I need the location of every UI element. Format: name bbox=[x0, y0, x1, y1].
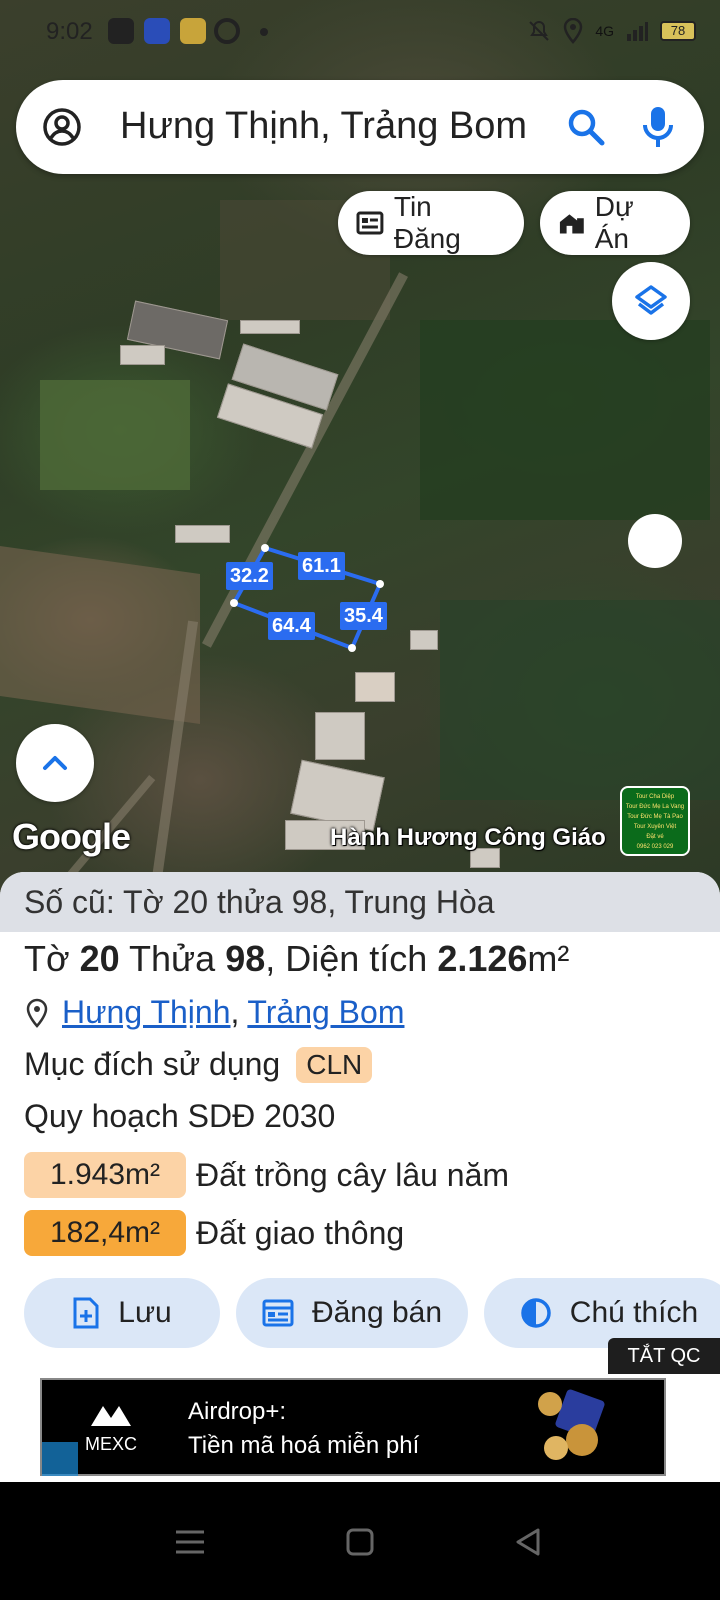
expand-panel-button[interactable] bbox=[16, 724, 94, 802]
location-separator: , bbox=[230, 994, 240, 1030]
ad-headline: Airdrop+: bbox=[188, 1398, 287, 1425]
planning-item: 1.943m² Đất trồng cây lâu năm bbox=[24, 1152, 509, 1198]
sheet-label: Tờ bbox=[24, 938, 70, 979]
floating-dot-button[interactable] bbox=[628, 514, 682, 568]
listing-form-icon bbox=[262, 1299, 294, 1327]
tour-ad-text: Tour Đức Mẹ La Vang bbox=[625, 804, 685, 810]
layers-icon bbox=[635, 285, 667, 315]
mexc-mountain-icon bbox=[91, 1406, 131, 1426]
planning-label: Quy hoạch SDĐ 2030 bbox=[24, 1098, 336, 1134]
network-type: 4G bbox=[595, 23, 614, 39]
old-parcel-info: Số cũ: Tờ 20 thửa 98, Trung Hòa bbox=[0, 872, 720, 932]
post-sale-button-label: Đăng bán bbox=[311, 1296, 443, 1329]
app-notification-icon bbox=[180, 18, 206, 44]
sheet-number: 20 bbox=[79, 938, 120, 979]
system-nav-bar bbox=[0, 1482, 720, 1600]
map-place-label[interactable]: Hành Hương Công Giáo bbox=[330, 824, 606, 852]
tour-ad-text: Tour Xuyên Việt bbox=[633, 824, 677, 830]
parcel-title: Tờ 20 Thửa 98, Diện tích 2.126m² bbox=[24, 938, 569, 980]
search-input[interactable]: Hưng Thịnh, Trảng Bom bbox=[120, 105, 527, 148]
home-icon[interactable] bbox=[340, 1522, 380, 1562]
status-time: 9:02 bbox=[46, 18, 93, 45]
account-icon[interactable] bbox=[42, 107, 82, 147]
tour-ad-text: 0962 023 029 bbox=[636, 844, 674, 850]
search-icon[interactable] bbox=[566, 107, 606, 147]
back-icon[interactable] bbox=[508, 1522, 548, 1562]
ad-banner[interactable]: MEXC Airdrop+: Tiền mã hoá miễn phí bbox=[40, 1378, 666, 1476]
battery-icon: 78 bbox=[660, 21, 696, 41]
contrast-icon bbox=[521, 1298, 551, 1328]
recent-apps-icon[interactable] bbox=[170, 1522, 210, 1562]
microphone-icon[interactable] bbox=[638, 105, 678, 149]
parcel-edge-label: 61.1 bbox=[298, 552, 345, 580]
area-label: , Diện tích bbox=[265, 938, 428, 979]
more-notifications-dot bbox=[260, 28, 268, 36]
ward-link[interactable]: Hưng Thịnh bbox=[62, 994, 230, 1031]
purpose-label: Mục đích sử dụng bbox=[24, 1046, 281, 1082]
purpose-row: Mục đích sử dụng CLN bbox=[24, 1046, 373, 1083]
chevron-up-icon bbox=[43, 756, 67, 770]
location-icon bbox=[564, 18, 583, 44]
save-button-label: Lưu bbox=[118, 1296, 172, 1329]
location-row: Hưng Thịnh, Trảng Bom bbox=[24, 994, 404, 1031]
parcel-edge-label: 35.4 bbox=[340, 602, 387, 630]
sync-icon bbox=[214, 18, 240, 44]
parcel-info-panel: Số cũ: Tờ 20 thửa 98, Trung Hòa Tờ 20 Th… bbox=[0, 872, 720, 1482]
layers-button[interactable] bbox=[612, 262, 690, 340]
ad-subline: Tiền mã hoá miễn phí bbox=[188, 1432, 420, 1459]
district-link[interactable]: Trảng Bom bbox=[247, 994, 404, 1031]
coins-graphic-icon bbox=[538, 1389, 605, 1460]
mexc-logo: MEXC bbox=[66, 1402, 156, 1455]
legend-button-label: Chú thích bbox=[569, 1296, 699, 1329]
listings-chip-label: Tin Đăng bbox=[393, 191, 461, 254]
search-bar[interactable]: Hưng Thịnh, Trảng Bom bbox=[16, 80, 704, 174]
area-value: 2.126 bbox=[437, 938, 528, 979]
planning-area-badge: 1.943m² bbox=[24, 1152, 186, 1198]
mute-icon bbox=[529, 20, 550, 41]
projects-chip-label: Dự Án bbox=[594, 191, 634, 254]
app-notification-icon bbox=[144, 18, 170, 44]
parcel-edge-label: 64.4 bbox=[268, 612, 315, 640]
save-button[interactable]: Lưu bbox=[24, 1278, 220, 1348]
app-notification-icon bbox=[108, 18, 134, 44]
tour-ad-text: Tour Cha Diệp bbox=[635, 794, 675, 800]
tour-ad-badge[interactable]: Tour Cha Diệp Tour Đức Mẹ La Vang Tour Đ… bbox=[620, 786, 690, 856]
planning-land-type: Đất trồng cây lâu năm bbox=[196, 1156, 510, 1193]
satellite-map[interactable]: 32.2 61.1 35.4 64.4 9:02 4G 78 Hưng Thịn… bbox=[0, 0, 720, 895]
listings-icon bbox=[356, 211, 384, 235]
add-file-icon bbox=[73, 1297, 99, 1329]
planning-land-type: Đất giao thông bbox=[196, 1214, 405, 1251]
ad-choices-icon[interactable] bbox=[42, 1442, 78, 1476]
projects-chip[interactable]: Dự Án bbox=[540, 191, 690, 255]
screen: 32.2 61.1 35.4 64.4 9:02 4G 78 Hưng Thịn… bbox=[0, 0, 720, 1600]
signal-icon bbox=[627, 22, 648, 41]
planning-item: 182,4m² Đất giao thông bbox=[24, 1210, 404, 1256]
parcel-edge-label: 32.2 bbox=[226, 562, 273, 590]
plot-label: Thửa bbox=[129, 938, 216, 979]
buildings-icon bbox=[559, 214, 584, 234]
purpose-code-badge: CLN bbox=[296, 1046, 373, 1083]
plot-number: 98 bbox=[225, 938, 266, 979]
status-indicators: 4G 78 bbox=[527, 18, 696, 44]
location-pin-icon bbox=[26, 998, 48, 1028]
area-unit: m² bbox=[527, 938, 570, 979]
status-bar: 9:02 4G 78 bbox=[0, 0, 720, 62]
tour-ad-text: Tour Đức Mẹ Tà Pao bbox=[627, 814, 683, 820]
turn-off-ads-button[interactable]: TẮT QC bbox=[608, 1338, 720, 1374]
tour-ad-text: Đặt vé bbox=[646, 834, 664, 840]
ad-brand: MEXC bbox=[84, 1434, 137, 1454]
listings-chip[interactable]: Tin Đăng bbox=[338, 191, 524, 255]
google-logo: Google bbox=[12, 816, 131, 857]
planning-area-badge: 182,4m² bbox=[24, 1210, 186, 1256]
post-sale-button[interactable]: Đăng bán bbox=[236, 1278, 468, 1348]
